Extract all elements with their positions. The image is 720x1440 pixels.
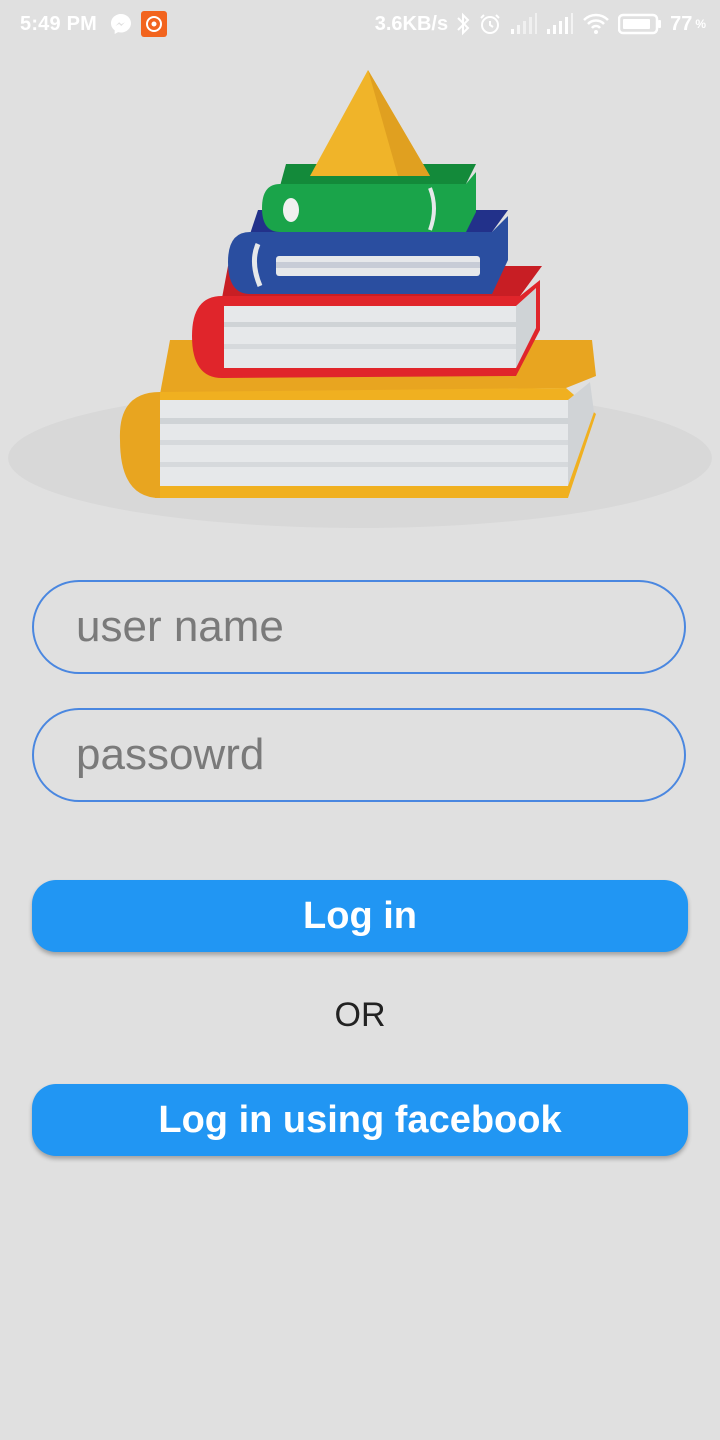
login-button-label: Log in <box>303 894 417 937</box>
wifi-icon <box>582 13 610 35</box>
bluetooth-icon <box>456 12 470 36</box>
username-input[interactable] <box>74 601 684 653</box>
books-stack-icon <box>8 70 712 528</box>
battery-unit: % <box>695 17 706 31</box>
facebook-login-button[interactable]: Log in using facebook <box>32 1084 688 1156</box>
net-speed: 3.6KB/s <box>374 12 449 35</box>
login-button[interactable]: Log in <box>32 880 688 952</box>
status-time: 5:49 PM <box>20 12 97 35</box>
app-notification-icon <box>141 11 167 37</box>
status-left: 5:49 PM <box>0 0 167 48</box>
status-right: 3.6KB/s 77 % <box>375 0 720 48</box>
signal-icon <box>546 13 574 35</box>
username-field[interactable] <box>32 580 686 674</box>
password-field[interactable] <box>32 708 686 802</box>
or-separator: OR <box>334 996 386 1034</box>
messenger-icon <box>109 12 133 36</box>
password-input[interactable] <box>74 729 684 781</box>
alarm-icon <box>478 12 502 36</box>
battery-icon <box>618 13 662 35</box>
signal-icon <box>510 13 538 35</box>
status-bar: 5:49 PM 3.6KB/s 77 % <box>0 0 720 48</box>
battery-level: 77 <box>670 12 693 35</box>
facebook-login-label: Log in using facebook <box>158 1098 562 1141</box>
hero-books-illustration <box>0 56 720 536</box>
